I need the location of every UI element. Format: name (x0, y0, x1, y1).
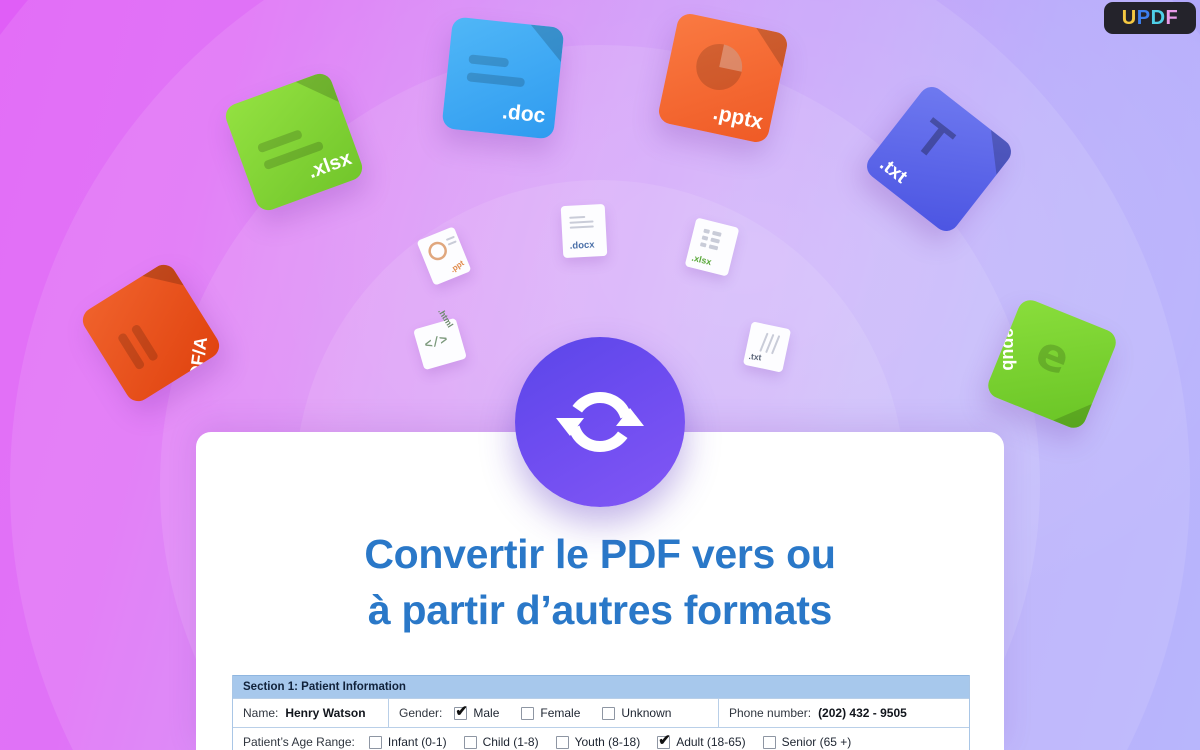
checkbox-male[interactable]: Male (454, 704, 500, 720)
checkbox-adult[interactable]: Adult (18-65) (657, 733, 746, 749)
field-gender: Gender: Male Female Unknown (388, 699, 718, 727)
phone-label: Phone number: (729, 706, 812, 720)
checkbox-child[interactable]: Child (1-8) (463, 735, 539, 749)
pie-chart-icon (428, 241, 447, 261)
cell (699, 242, 707, 248)
small-card-label: .docx (569, 239, 595, 252)
letter-t-icon: T (904, 108, 964, 172)
doc-line (569, 220, 594, 224)
file-card-label: .pptx (711, 101, 765, 134)
pie-chart-icon (696, 43, 743, 90)
code-brackets-icon: </> (422, 332, 450, 353)
cell (711, 230, 722, 237)
logo-letter-f: F (1165, 7, 1179, 29)
file-card-doc: .doc (441, 16, 565, 140)
file-card-label: .doc (501, 100, 547, 128)
cell (703, 228, 711, 234)
checkbox-box[interactable] (463, 735, 477, 749)
checkbox-box[interactable] (555, 735, 569, 749)
checkbox-youth[interactable]: Youth (8-18) (555, 735, 641, 749)
checkbox-unknown[interactable]: Unknown (602, 706, 671, 720)
title-line-1: Convertir le PDF vers ou (364, 531, 836, 577)
form-row-identity: Name: Henry Watson Gender: Male Female U… (233, 698, 969, 727)
small-card-label: .txt (748, 351, 762, 363)
checkbox-infant[interactable]: Infant (0-1) (368, 735, 447, 749)
checkbox-box[interactable] (602, 706, 616, 720)
field-phone: Phone number: (202) 432 - 9505 (718, 699, 969, 727)
logo-letter-d: D (1150, 7, 1166, 29)
name-value[interactable]: Henry Watson (285, 706, 365, 720)
form-section-header: Section 1: Patient Information (233, 675, 969, 698)
checkbox-box[interactable] (454, 704, 468, 720)
doc-line (569, 215, 586, 219)
updf-logo: UPDF (1104, 2, 1196, 34)
logo-letter-u: U (1121, 7, 1137, 29)
doc-line (466, 72, 526, 88)
checkbox-box[interactable] (657, 733, 671, 749)
logo-letter-p: P (1136, 7, 1151, 29)
checkbox-box[interactable] (368, 735, 382, 749)
field-age-range: Patient’s Age Range: Infant (0-1) Child … (233, 728, 969, 750)
letter-e-icon: e (1028, 323, 1078, 386)
checkbox-female[interactable]: Female (521, 706, 580, 720)
checkbox-label: Youth (8-18) (574, 735, 641, 749)
doc-line (447, 240, 457, 246)
checkbox-label: Senior (65 +) (781, 735, 852, 749)
file-card-label: .txt (875, 153, 911, 188)
checkbox-label: Infant (0-1) (387, 735, 447, 749)
checkbox-label: Adult (18-65) (676, 735, 746, 749)
field-name: Name: Henry Watson (233, 699, 388, 727)
checkbox-senior[interactable]: Senior (65 +) (762, 735, 852, 749)
file-card-pptx: .pptx (656, 11, 790, 145)
checkbox-label: Unknown (621, 706, 672, 720)
title-line-2: à partir d’autres formats (367, 587, 833, 633)
doc-line (445, 235, 455, 241)
phone-value[interactable]: (202) 432 - 9505 (818, 706, 907, 720)
cell (710, 237, 720, 244)
small-card-label: .ppt (448, 258, 466, 275)
checkbox-box[interactable] (762, 735, 776, 749)
gender-label: Gender: (399, 706, 443, 720)
name-label: Name: (243, 706, 279, 720)
checkbox-box[interactable] (521, 706, 535, 720)
small-file-card-docx: .docx (560, 203, 608, 259)
checkbox-label: Male (473, 706, 500, 720)
corner-fold-icon (756, 27, 790, 69)
checkbox-label: Child (1-8) (482, 735, 539, 749)
cell (708, 244, 719, 251)
convert-sync-arrows-icon (556, 392, 644, 452)
age-range-label: Patient’s Age Range: (243, 735, 355, 749)
cell (701, 235, 709, 241)
corner-fold-icon (530, 24, 565, 62)
small-card-label: .xlsx (690, 252, 713, 268)
form-row-age: Patient’s Age Range: Infant (0-1) Child … (233, 727, 969, 750)
checkbox-label: Female (540, 706, 581, 720)
convert-badge (515, 337, 685, 507)
patient-information-form: Section 1: Patient Information Name: Hen… (232, 675, 970, 750)
doc-line (468, 54, 510, 68)
doc-line (569, 225, 594, 229)
